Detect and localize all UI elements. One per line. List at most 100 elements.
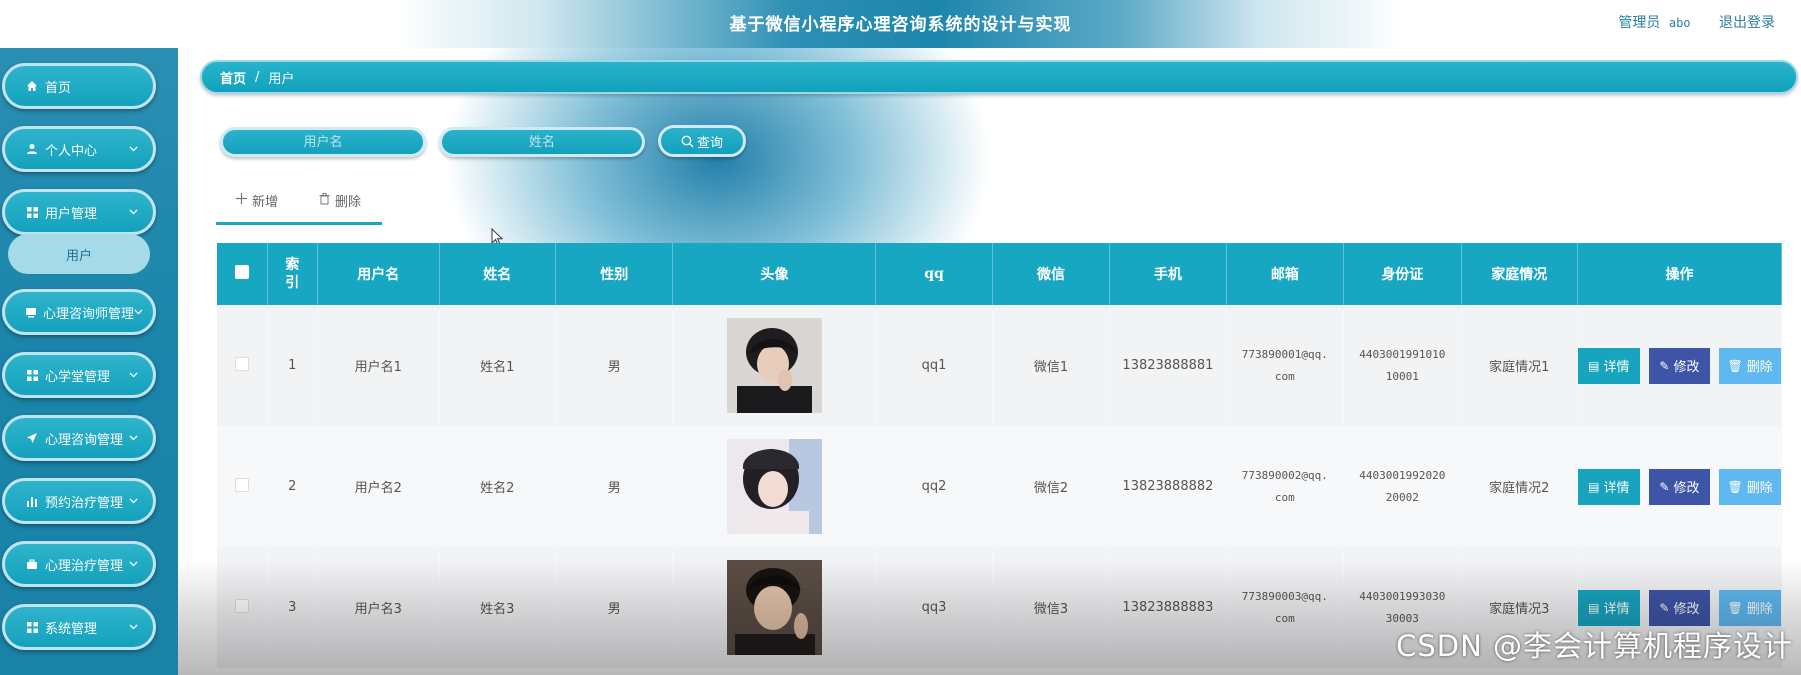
cell-name: 姓名3 — [439, 547, 557, 668]
sidebar-item-label: 心学堂管理 — [45, 369, 111, 385]
row-checkbox[interactable] — [234, 598, 249, 613]
cell-qq: qq3 — [875, 547, 993, 668]
chevron-down-icon — [129, 372, 139, 378]
cell-id-card: 4403001991010 10001 — [1343, 305, 1462, 426]
user-role: 管理员 — [1618, 15, 1661, 31]
detail-button-label: 详情 — [1603, 481, 1630, 496]
sidebar-item-therapy-management[interactable]: 心理治疗管理 — [2, 541, 156, 587]
name-search-input[interactable] — [439, 127, 645, 157]
delete-button-label: 删除 — [1746, 481, 1773, 496]
table-row: 1 用户名1 姓名1 男 qq1 微信1 13823888881 7738900… — [217, 305, 1783, 426]
delete-button-label: 删除 — [1746, 602, 1773, 617]
email-line-2: com — [1274, 369, 1295, 383]
trash-icon — [319, 192, 330, 209]
sidebar-item-user-management[interactable]: 用户管理 — [2, 189, 156, 235]
sidebar-item-counselor-management[interactable]: 心理咨询师管理 — [2, 289, 156, 335]
id-line-2: 20002 — [1385, 490, 1419, 504]
batch-delete-button[interactable]: 删除 — [319, 191, 361, 210]
email-line-1: 773890001@qq. — [1241, 347, 1328, 361]
sidebar-item-system-management[interactable]: 系统管理 — [2, 604, 156, 650]
avatar — [726, 560, 822, 655]
column-header-name: 姓名 — [439, 243, 557, 305]
sidebar-item-label: 预约治疗管理 — [45, 495, 124, 511]
pencil-icon: ✎ — [1659, 358, 1670, 373]
grid-icon — [25, 369, 39, 381]
delete-button[interactable]: 🗑 删除 — [1719, 468, 1781, 505]
detail-button[interactable]: ▤ 详情 — [1577, 347, 1640, 384]
cell-index: 1 — [267, 305, 318, 426]
detail-button[interactable]: ▤ 详情 — [1577, 589, 1640, 626]
breadcrumb-current: 用户 — [268, 71, 295, 87]
cell-name: 姓名2 — [439, 426, 557, 547]
header-user-area: 管理员 abo 退出登录 — [1618, 12, 1775, 32]
row-checkbox[interactable] — [234, 477, 249, 492]
logout-link[interactable]: 退出登录 — [1719, 15, 1775, 31]
cell-username: 用户名1 — [317, 305, 440, 426]
detail-button[interactable]: ▤ 详情 — [1577, 468, 1640, 505]
id-line-1: 4403001993030 — [1359, 589, 1446, 603]
send-icon — [25, 432, 39, 444]
edit-button[interactable]: ✎ 修改 — [1648, 468, 1711, 505]
add-button-label: 新增 — [252, 195, 279, 210]
avatar — [726, 318, 822, 413]
chevron-down-icon — [129, 624, 139, 630]
search-button[interactable]: 查询 — [658, 125, 746, 157]
id-line-2: 10001 — [1385, 369, 1419, 383]
trash-icon: 🗑 — [1727, 479, 1743, 494]
table-row: 2 用户名2 姓名2 男 qq2 微信2 13823888882 7738900… — [217, 426, 1783, 547]
add-button[interactable]: 新增 — [236, 191, 278, 210]
cell-qq: qq2 — [875, 426, 993, 547]
edit-button[interactable]: ✎ 修改 — [1648, 589, 1711, 626]
bar-chart-icon — [25, 496, 39, 507]
id-line-1: 4403001992020 — [1359, 468, 1446, 482]
sidebar-item-appointment-management[interactable]: 预约治疗管理 — [2, 478, 156, 524]
edit-button[interactable]: ✎ 修改 — [1648, 347, 1711, 384]
delete-button[interactable]: 🗑 删除 — [1719, 347, 1781, 384]
select-all-checkbox[interactable] — [217, 243, 268, 305]
column-header-email: 邮箱 — [1226, 243, 1345, 305]
app-title: 基于微信小程序心理咨询系统的设计与实现 — [729, 15, 1072, 35]
chevron-down-icon — [129, 146, 139, 152]
document-icon: ▤ — [1588, 358, 1600, 373]
sidebar-item-consultation-management[interactable]: 心理咨询管理 — [2, 415, 156, 461]
sidebar-item-classroom-management[interactable]: 心学堂管理 — [2, 352, 156, 398]
sidebar-item-personal-center[interactable]: 个人中心 — [2, 126, 156, 172]
cell-phone: 13823888882 — [1109, 426, 1227, 547]
delete-button[interactable]: 🗑 删除 — [1719, 589, 1781, 626]
cell-phone: 13823888881 — [1109, 305, 1227, 426]
sidebar-item-label: 用户管理 — [45, 206, 98, 222]
column-header-gender: 性别 — [555, 243, 674, 305]
pencil-icon: ✎ — [1659, 479, 1670, 494]
chevron-down-icon — [134, 309, 143, 315]
sidebar-item-label: 心理咨询管理 — [45, 432, 124, 448]
search-button-label: 查询 — [696, 135, 723, 151]
cell-wechat: 微信3 — [992, 547, 1111, 668]
cell-family: 家庭情况2 — [1461, 426, 1578, 547]
cell-index: 2 — [267, 426, 318, 547]
cell-email: 773890001@qq. com — [1226, 305, 1345, 426]
edit-button-label: 修改 — [1673, 481, 1700, 496]
pencil-icon: ✎ — [1659, 600, 1670, 615]
cell-qq: qq1 — [875, 305, 993, 426]
briefcase-icon — [25, 559, 39, 570]
cell-wechat: 微信1 — [992, 305, 1111, 426]
username-search-input[interactable] — [220, 127, 426, 157]
column-header-phone: 手机 — [1109, 243, 1227, 305]
cell-wechat: 微信2 — [992, 426, 1111, 547]
search-icon — [681, 135, 694, 147]
cell-avatar — [672, 305, 877, 426]
cell-gender: 男 — [555, 426, 674, 547]
column-header-id-card: 身份证 — [1343, 243, 1462, 305]
user-icon — [25, 143, 39, 155]
sidebar-subitem-user[interactable]: 用户 — [8, 234, 150, 274]
sidebar-item-label: 个人中心 — [45, 143, 98, 159]
row-checkbox[interactable] — [234, 356, 249, 371]
edit-button-label: 修改 — [1673, 602, 1700, 617]
chevron-down-icon — [129, 498, 139, 504]
breadcrumb-home[interactable]: 首页 — [220, 68, 246, 87]
grid-icon — [25, 621, 39, 633]
sidebar-item-home[interactable]: 首页 — [2, 63, 156, 109]
cell-email: 773890002@qq. com — [1226, 426, 1345, 547]
sidebar-item-label: 心理治疗管理 — [45, 558, 124, 574]
cell-avatar — [672, 547, 877, 668]
